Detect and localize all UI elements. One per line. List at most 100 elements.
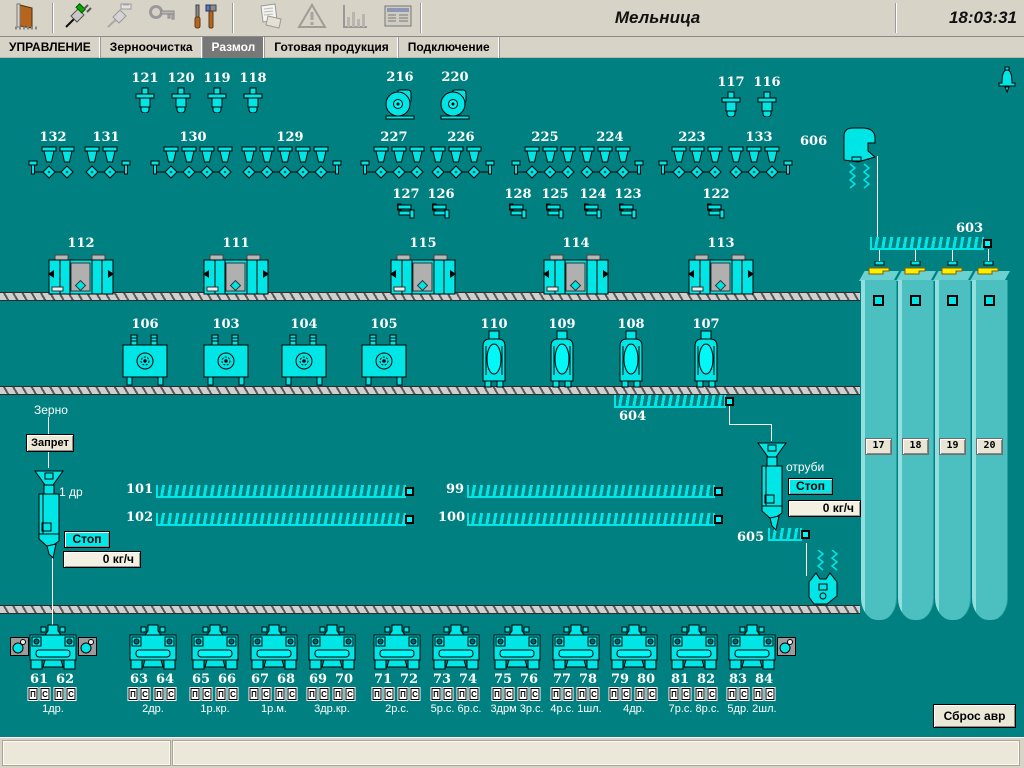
cyclone-group-226[interactable] <box>427 146 495 180</box>
silo-gate-icon[interactable] <box>903 261 927 275</box>
toolbar-button-control-panel[interactable] <box>377 2 417 35</box>
toolbar-button-exit-door[interactable] <box>8 2 48 35</box>
silo-indicator-17[interactable] <box>873 295 884 306</box>
roller-mill-79-80[interactable] <box>609 624 659 671</box>
mill-status-indicators: ПС <box>217 688 238 700</box>
silo-gate-icon[interactable] <box>867 261 891 275</box>
small-conveyor-123[interactable] <box>619 203 637 219</box>
screw-conveyor-101[interactable] <box>156 485 414 498</box>
toolbar-button-report[interactable] <box>250 2 290 35</box>
cyclone-group-133[interactable] <box>725 146 793 180</box>
oval-machine-110[interactable] <box>481 330 507 388</box>
feeder-hopper-bran[interactable] <box>755 440 789 532</box>
valve-117[interactable] <box>721 91 741 117</box>
valve-119[interactable] <box>207 87 227 113</box>
sifter-112[interactable] <box>48 254 114 296</box>
indicator-stop: С <box>41 688 50 700</box>
roller-mill-75-76[interactable] <box>492 624 542 671</box>
roller-mill-77-78[interactable] <box>551 624 601 671</box>
motor-box-icon[interactable] <box>78 637 97 656</box>
valve-120[interactable] <box>171 87 191 113</box>
small-conveyor-125[interactable] <box>546 203 564 219</box>
roller-mill-73-74[interactable] <box>431 624 481 671</box>
screw-conveyor-604[interactable] <box>614 395 734 408</box>
silo-gate-icon[interactable] <box>940 261 964 275</box>
oval-machine-109[interactable] <box>549 330 575 388</box>
toolbar-button-trends-chart[interactable] <box>334 2 374 35</box>
ban-button[interactable]: Запрет <box>26 434 74 452</box>
sifter-115[interactable] <box>390 254 456 296</box>
cyclone-group-225[interactable] <box>511 146 579 180</box>
roller-mill-69-70[interactable] <box>307 624 357 671</box>
feeder-hopper-grain[interactable] <box>32 468 66 560</box>
cyclone-606[interactable] <box>840 126 880 190</box>
tab-готовая продукция[interactable]: Готовая продукция <box>265 37 398 58</box>
bran-outlet-cyclone[interactable] <box>804 550 844 612</box>
toolbar-button-key[interactable] <box>142 2 182 35</box>
screw-conveyor-99[interactable] <box>467 485 723 498</box>
oval-machine-108[interactable] <box>618 330 644 388</box>
fan-216[interactable] <box>384 85 416 120</box>
cyclone-group-223[interactable] <box>658 146 726 180</box>
sifter-111[interactable] <box>203 254 269 296</box>
cyclone-group-131[interactable] <box>81 146 131 180</box>
small-conveyor-122[interactable] <box>707 203 725 219</box>
roller-mill-67-68[interactable] <box>249 624 299 671</box>
small-conveyor-128[interactable] <box>509 203 527 219</box>
tab-зерноочистка[interactable]: Зерноочистка <box>101 37 203 58</box>
silo-indicator-18[interactable] <box>910 295 921 306</box>
roller-mill-81-82[interactable] <box>669 624 719 671</box>
tab-размол[interactable]: Размол <box>203 37 266 58</box>
oval-machine-label-110: 110 <box>480 317 507 332</box>
roller-mill-83-84[interactable] <box>727 624 777 671</box>
toolbar-button-disconnect-plug[interactable] <box>100 2 140 35</box>
silo-indicator-19[interactable] <box>947 295 958 306</box>
toolbar-button-connect-plug[interactable] <box>58 2 98 35</box>
mill-status-indicators: ПС <box>129 688 150 700</box>
cyclone-group-227[interactable] <box>360 146 428 180</box>
sifter-113[interactable] <box>688 254 754 296</box>
roller-mill-65-66[interactable] <box>190 624 240 671</box>
conveyor-band-3 <box>0 605 860 614</box>
screw-conveyor-100[interactable] <box>467 513 723 526</box>
screw-conveyor-102[interactable] <box>156 513 414 526</box>
reset-emergency-button[interactable]: Сброс авр <box>933 704 1016 728</box>
cyclone-group-132[interactable] <box>28 146 78 180</box>
roller-mill-71-72[interactable] <box>372 624 422 671</box>
oval-machine-107[interactable] <box>693 330 719 388</box>
tab-подключение[interactable]: Подключение <box>399 37 500 58</box>
small-conveyor-127[interactable] <box>397 203 415 219</box>
tab-управление[interactable]: УПРАВЛЕНИЕ <box>0 37 101 58</box>
bran-stop-button[interactable]: Стоп <box>788 478 833 495</box>
box-machine-106[interactable] <box>122 334 168 386</box>
mill-status-indicators: ПС <box>754 688 775 700</box>
indicator-start: П <box>754 688 763 700</box>
screw-conveyor-603[interactable] <box>870 237 992 250</box>
valve-118[interactable] <box>243 87 263 113</box>
valve-116[interactable] <box>757 91 777 117</box>
cyclone-group-224[interactable] <box>576 146 644 180</box>
fan-220[interactable] <box>439 85 471 120</box>
cyclone-group-129[interactable] <box>238 146 342 180</box>
box-machine-104[interactable] <box>281 334 327 386</box>
cyclone-group-130[interactable] <box>150 146 236 180</box>
small-conveyor-124[interactable] <box>584 203 602 219</box>
screw-body <box>467 485 715 498</box>
motor-box-icon[interactable] <box>777 637 796 656</box>
roller-mill-61-62[interactable] <box>28 624 78 671</box>
alarm-bell-icon[interactable] <box>995 66 1019 93</box>
toolbar-button-tools[interactable] <box>184 2 224 35</box>
motor-box-icon[interactable] <box>10 637 29 656</box>
toolbar-button-alarm-list[interactable] <box>292 2 332 35</box>
roller-mill-63-64[interactable] <box>128 624 178 671</box>
box-machine-103[interactable] <box>203 334 249 386</box>
silo-indicator-20[interactable] <box>984 295 995 306</box>
grain-stop-button[interactable]: Стоп <box>64 531 110 548</box>
indicator-start: П <box>55 688 64 700</box>
box-machine-105[interactable] <box>361 334 407 386</box>
mill-number-76: 76 <box>520 672 538 687</box>
small-conveyor-126[interactable] <box>432 203 450 219</box>
silo-gate-icon[interactable] <box>976 261 1000 275</box>
sifter-114[interactable] <box>543 254 609 296</box>
valve-121[interactable] <box>135 87 155 113</box>
